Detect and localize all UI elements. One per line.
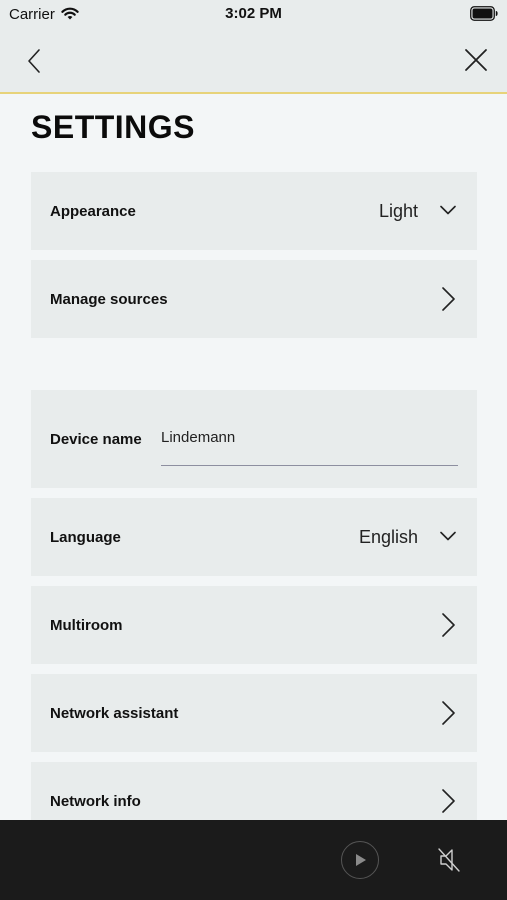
- multiroom-label: Multiroom: [50, 616, 123, 634]
- device-name-label: Device name: [50, 430, 142, 448]
- manage-sources-label: Manage sources: [50, 290, 168, 308]
- device-name-input[interactable]: [161, 418, 458, 466]
- navigation-bar: [0, 28, 507, 94]
- chevron-right-icon: [442, 789, 455, 813]
- manage-sources-row[interactable]: Manage sources: [31, 260, 477, 338]
- status-bar: Carrier 3:02 PM: [0, 0, 507, 28]
- language-value: English: [358, 526, 418, 547]
- appearance-row[interactable]: Appearance Light: [31, 172, 477, 250]
- close-icon[interactable]: [463, 47, 489, 73]
- play-icon: [356, 854, 366, 866]
- language-label: Language: [50, 528, 121, 546]
- back-chevron-icon[interactable]: [22, 48, 48, 74]
- clock: 3:02 PM: [225, 5, 282, 22]
- chevron-right-icon: [442, 701, 455, 725]
- appearance-label: Appearance: [50, 202, 136, 220]
- network-assistant-label: Network assistant: [50, 704, 179, 722]
- page-title: SETTINGS: [31, 109, 196, 145]
- chevron-right-icon: [442, 613, 455, 637]
- device-name-row: Device name: [31, 390, 477, 488]
- appearance-value: Light: [378, 200, 418, 221]
- player-bar: [0, 820, 507, 900]
- mute-icon[interactable]: [437, 847, 461, 873]
- battery-icon: [470, 6, 498, 21]
- chevron-right-icon: [442, 287, 455, 311]
- chevron-down-icon: [440, 531, 456, 541]
- chevron-down-icon: [440, 205, 456, 215]
- multiroom-row[interactable]: Multiroom: [31, 586, 477, 664]
- language-row[interactable]: Language English: [31, 498, 477, 576]
- network-assistant-row[interactable]: Network assistant: [31, 674, 477, 752]
- play-button[interactable]: [341, 841, 379, 879]
